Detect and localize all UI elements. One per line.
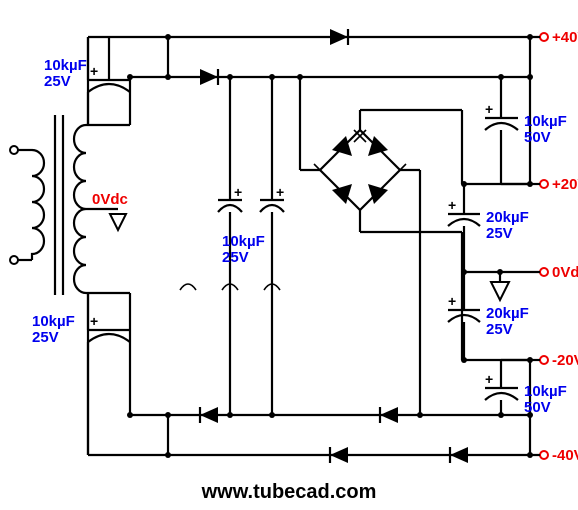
svg-text:10kµF: 10kµF <box>524 383 567 400</box>
transformer: 0Vdc <box>10 115 130 295</box>
svg-text:10kµF: 10kµF <box>524 113 567 130</box>
terminal-plus40: +40Vdc <box>540 29 578 46</box>
ground-0v <box>464 272 509 300</box>
svg-text:25V: 25V <box>44 73 71 90</box>
psu-schematic: +40Vdc +20Vdc 0Vdc -20Vdc -40Vdc <box>0 0 578 510</box>
svg-text:+: + <box>276 184 284 200</box>
terminal-minus40: -40Vdc <box>540 447 578 464</box>
terminal-zero: 0Vdc <box>540 264 578 281</box>
svg-text:25V: 25V <box>32 329 59 346</box>
diode-top-inner <box>200 69 218 85</box>
svg-text:+40Vdc: +40Vdc <box>552 29 578 46</box>
svg-text:20kµF: 20kµF <box>486 305 529 322</box>
svg-text:+: + <box>448 293 456 309</box>
svg-text:-20Vdc: -20Vdc <box>552 352 578 369</box>
svg-text:10kµF: 10kµF <box>32 313 75 330</box>
cap-c5: + 20kµF 25V <box>448 184 529 272</box>
bridge-rectifier <box>300 77 530 415</box>
terminal-plus20: +20Vdc <box>540 176 578 193</box>
svg-text:+: + <box>234 184 242 200</box>
svg-text:0Vdc: 0Vdc <box>92 191 128 208</box>
junction-dots <box>127 34 533 458</box>
svg-text:10kµF: 10kµF <box>44 57 87 74</box>
svg-text:50V: 50V <box>524 129 551 146</box>
diode-bot-right-outer <box>450 447 468 463</box>
footer-url: www.tubecad.com <box>201 481 377 503</box>
svg-text:+20Vdc: +20Vdc <box>552 176 578 193</box>
diode-top-outer <box>330 29 348 45</box>
cap-c4: + 10kµF 50V <box>485 77 567 184</box>
terminal-minus20: -20Vdc <box>540 352 578 369</box>
svg-text:+: + <box>90 313 98 329</box>
svg-text:-40Vdc: -40Vdc <box>552 447 578 464</box>
svg-text:0Vdc: 0Vdc <box>552 264 578 281</box>
cap-c6: + 20kµF 25V <box>448 272 529 360</box>
svg-text:10kµF: 10kµF <box>222 233 265 250</box>
diode-bot-inner <box>200 407 218 423</box>
diode-bot-right <box>380 407 398 423</box>
svg-text:+: + <box>485 101 493 117</box>
cap-c3b: + 10kµF 25V <box>222 77 284 290</box>
svg-text:25V: 25V <box>222 249 249 266</box>
svg-text:25V: 25V <box>486 321 513 338</box>
svg-text:25V: 25V <box>486 225 513 242</box>
svg-text:20kµF: 20kµF <box>486 209 529 226</box>
svg-text:+: + <box>90 63 98 79</box>
svg-text:+: + <box>485 371 493 387</box>
cap-c2: + 10kµF 25V <box>32 293 130 455</box>
diode-bot-outer <box>330 447 348 463</box>
svg-text:+: + <box>448 197 456 213</box>
